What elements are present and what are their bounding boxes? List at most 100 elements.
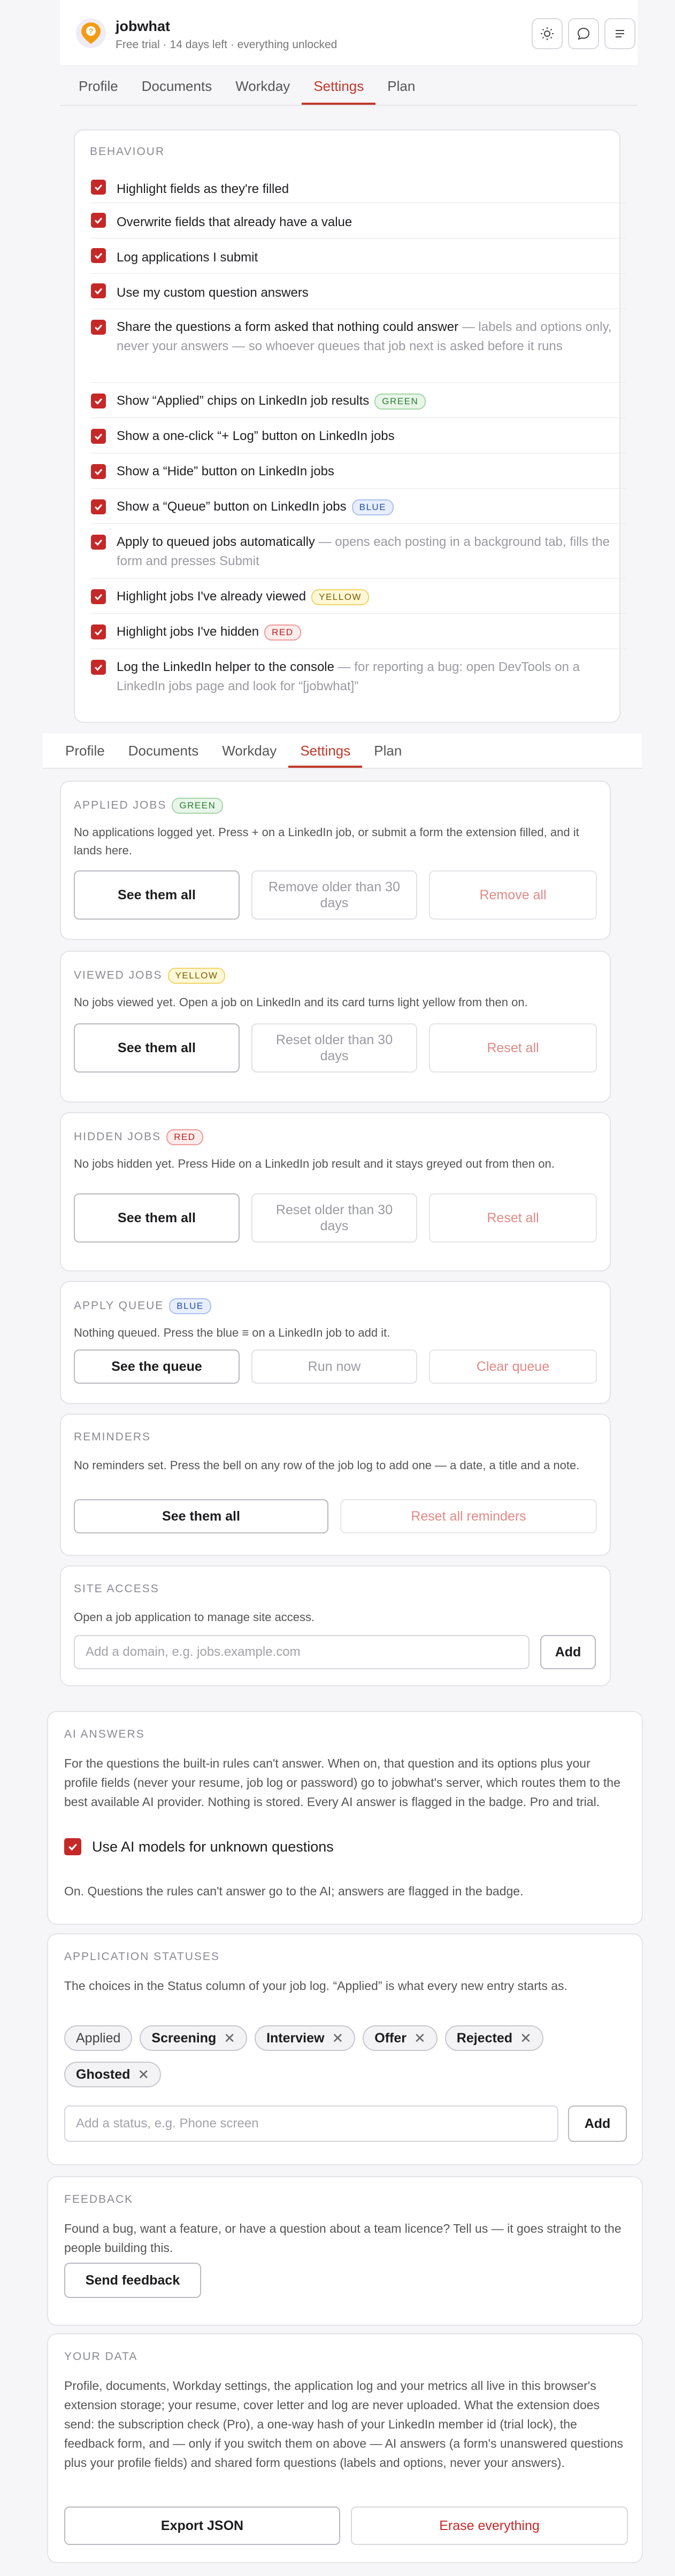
setting-label: Show “Applied” chips on LinkedIn job res… bbox=[117, 394, 370, 408]
jobwhat-logo: ? bbox=[76, 18, 106, 48]
checkbox-checked[interactable] bbox=[91, 499, 106, 514]
erase-everything-button[interactable]: Erase everything bbox=[351, 2506, 628, 2545]
tab-settings[interactable]: Settings bbox=[302, 67, 376, 105]
statuses-description: The choices in the Status column of your… bbox=[64, 1979, 567, 1993]
setting-label: Use my custom question answers bbox=[117, 286, 309, 300]
blue-badge: BLUE bbox=[351, 499, 394, 515]
setting-row[interactable]: Log applications I submit bbox=[91, 238, 626, 274]
remove-icon[interactable]: ✕ bbox=[414, 2030, 426, 2047]
remove-icon[interactable]: ✕ bbox=[520, 2030, 532, 2047]
checkbox-checked[interactable] bbox=[91, 464, 106, 479]
viewed-see-all-button[interactable]: See them all bbox=[74, 1023, 240, 1073]
ai-toggle-row[interactable]: Use AI models for unknown questions bbox=[64, 1838, 334, 1855]
setting-row[interactable]: Show a one-click “+ Log” button on Linke… bbox=[91, 418, 626, 453]
applied-jobs-card: APPLIED JOBS GREEN No applications logged… bbox=[60, 781, 611, 940]
applied-see-all-button[interactable]: See them all bbox=[74, 870, 240, 920]
setting-row[interactable]: Use my custom question answers bbox=[91, 274, 626, 309]
theme-toggle-button[interactable] bbox=[532, 18, 563, 49]
tab-plan[interactable]: Plan bbox=[362, 734, 413, 768]
setting-row[interactable]: Show “Applied” chips on LinkedIn job res… bbox=[91, 383, 626, 418]
applied-remove-older-button[interactable]: Remove older than 30 days bbox=[251, 870, 417, 920]
setting-row[interactable]: Apply to queued jobs automatically — ope… bbox=[91, 524, 626, 579]
tab-documents[interactable]: Documents bbox=[117, 734, 211, 768]
viewed-reset-all-button[interactable]: Reset all bbox=[429, 1023, 597, 1073]
status-chip-list: Applied Screening ✕ Interview ✕ Offer ✕ Rej… bbox=[64, 2025, 631, 2087]
setting-row[interactable]: Highlight jobs I've already viewed YELLOW bbox=[91, 579, 626, 614]
behaviour-label: BEHAVIOUR bbox=[90, 145, 165, 158]
remove-icon[interactable]: ✕ bbox=[137, 2066, 149, 2083]
menu-button[interactable] bbox=[604, 18, 635, 49]
setting-row[interactable]: Highlight jobs I've hidden RED bbox=[91, 614, 626, 649]
checkbox-checked[interactable] bbox=[91, 283, 106, 298]
applied-jobs-description: No applications logged yet. Press + on a… bbox=[74, 826, 579, 857]
reset-reminders-button[interactable]: Reset all reminders bbox=[340, 1499, 597, 1533]
tab-documents[interactable]: Documents bbox=[130, 67, 224, 105]
checkbox-checked[interactable] bbox=[64, 1838, 81, 1855]
checkbox-checked[interactable] bbox=[91, 660, 106, 675]
green-badge: GREEN bbox=[172, 798, 224, 814]
setting-row[interactable]: Show a “Hide” button on LinkedIn jobs bbox=[91, 453, 626, 489]
trial-status: Free trial · 14 days left · everything u… bbox=[116, 38, 338, 51]
checkbox-checked[interactable] bbox=[91, 180, 106, 195]
domain-input[interactable] bbox=[74, 1635, 530, 1669]
status-chip-label: Offer bbox=[374, 2030, 406, 2046]
feedback-description: Found a bug, want a feature, or have a q… bbox=[64, 2222, 622, 2255]
tab-profile[interactable]: Profile bbox=[53, 734, 117, 768]
checkbox-checked[interactable] bbox=[91, 213, 106, 228]
export-json-button[interactable]: Export JSON bbox=[64, 2506, 340, 2545]
checkbox-checked[interactable] bbox=[91, 248, 106, 263]
chat-button[interactable] bbox=[568, 18, 599, 49]
checkbox-checked[interactable] bbox=[91, 535, 106, 550]
setting-label: Apply to queued jobs automatically bbox=[117, 535, 315, 549]
status-input[interactable] bbox=[64, 2105, 558, 2142]
reminders-description: No reminders set. Press the bell on any … bbox=[74, 1459, 580, 1472]
applied-remove-all-button[interactable]: Remove all bbox=[429, 870, 597, 920]
feedback-card: FEEDBACK Found a bug, want a feature, or… bbox=[47, 2176, 643, 2326]
add-domain-button[interactable]: Add bbox=[540, 1635, 596, 1669]
status-chip: Applied bbox=[64, 2025, 133, 2051]
status-chip-label: Ghosted bbox=[76, 2066, 131, 2082]
yellow-badge: YELLOW bbox=[311, 589, 369, 605]
status-chip: Screening ✕ bbox=[140, 2025, 248, 2051]
status-chip-label: Applied bbox=[76, 2030, 121, 2046]
reminders-card: REMINDERS No reminders set. Press the be… bbox=[60, 1414, 611, 1556]
chat-icon bbox=[577, 27, 590, 40]
checkbox-checked[interactable] bbox=[91, 320, 106, 335]
hidden-reset-all-button[interactable]: Reset all bbox=[429, 1193, 597, 1243]
tab-plan[interactable]: Plan bbox=[375, 67, 427, 105]
feedback-label: FEEDBACK bbox=[64, 2193, 134, 2205]
hidden-see-all-button[interactable]: See them all bbox=[74, 1193, 240, 1243]
setting-row[interactable]: Share the questions a form asked that no… bbox=[91, 309, 626, 383]
viewed-reset-older-button[interactable]: Reset older than 30 days bbox=[251, 1023, 417, 1073]
send-feedback-button[interactable]: Send feedback bbox=[64, 2263, 201, 2298]
add-status-button[interactable]: Add bbox=[568, 2105, 627, 2142]
tab-settings[interactable]: Settings bbox=[288, 734, 363, 768]
setting-row[interactable]: Overwrite fields that already have a val… bbox=[91, 203, 626, 238]
ai-answers-card: AI ANSWERS For the questions the built-i… bbox=[47, 1711, 643, 1925]
tabs-divider bbox=[60, 105, 638, 106]
remove-icon[interactable]: ✕ bbox=[332, 2030, 343, 2047]
run-now-button[interactable]: Run now bbox=[251, 1349, 417, 1384]
checkbox-checked[interactable] bbox=[91, 394, 106, 408]
see-queue-button[interactable]: See the queue bbox=[74, 1349, 240, 1384]
setting-label: Show a one-click “+ Log” button on Linke… bbox=[117, 429, 395, 443]
setting-label: Overwrite fields that already have a val… bbox=[117, 215, 352, 229]
checkbox-checked[interactable] bbox=[91, 429, 106, 444]
clear-queue-button[interactable]: Clear queue bbox=[429, 1349, 597, 1384]
status-chip-label: Rejected bbox=[456, 2030, 512, 2046]
tabs-divider bbox=[43, 768, 642, 769]
reminders-see-all-button[interactable]: See them all bbox=[74, 1499, 328, 1533]
tab-profile[interactable]: Profile bbox=[67, 67, 130, 105]
setting-row[interactable]: Log the LinkedIn helper to the console —… bbox=[91, 649, 626, 708]
tab-workday[interactable]: Workday bbox=[210, 734, 288, 768]
setting-row[interactable]: Highlight fields as they're filled bbox=[91, 173, 626, 203]
tab-workday[interactable]: Workday bbox=[224, 67, 302, 105]
checkbox-checked[interactable] bbox=[91, 589, 106, 604]
remove-icon[interactable]: ✕ bbox=[224, 2030, 235, 2047]
setting-row[interactable]: Show a “Queue” button on LinkedIn jobs BL… bbox=[91, 489, 626, 524]
checkbox-checked[interactable] bbox=[91, 624, 106, 639]
viewed-jobs-card: VIEWED JOBS YELLOW No jobs viewed yet. Op… bbox=[60, 951, 611, 1102]
menu-icon bbox=[616, 30, 624, 37]
blue-badge: BLUE bbox=[169, 1298, 211, 1314]
hidden-reset-older-button[interactable]: Reset older than 30 days bbox=[251, 1193, 417, 1243]
